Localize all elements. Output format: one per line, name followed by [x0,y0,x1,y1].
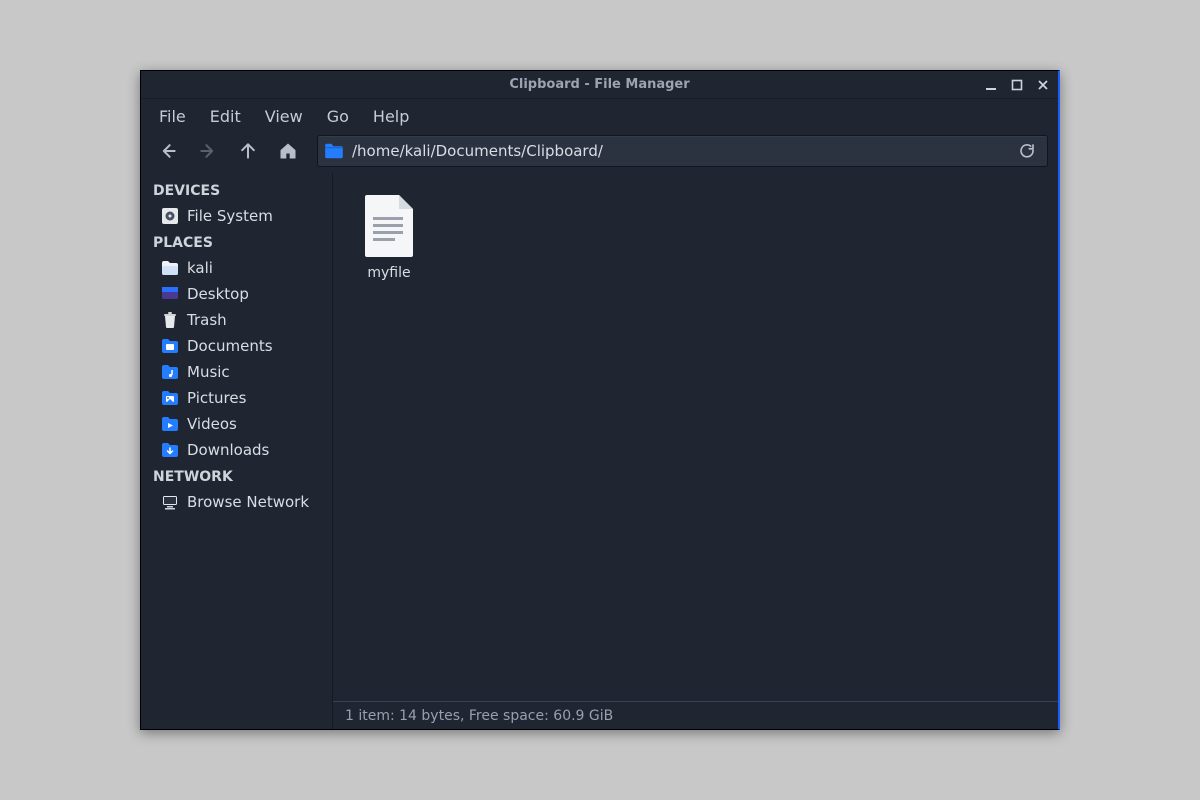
file-label: myfile [367,265,410,281]
close-icon [1037,79,1049,91]
toolbar [141,133,1058,173]
close-button[interactable] [1032,74,1054,96]
menu-go[interactable]: Go [317,103,359,130]
sidebar-header-network: NETWORK [141,463,332,489]
file-item-myfile[interactable]: myfile [349,189,429,285]
arrow-left-icon [158,141,178,161]
sidebar-item-music[interactable]: Music [141,359,332,385]
downloads-folder-icon [161,441,179,459]
window-controls [980,71,1054,98]
music-folder-icon [161,363,179,381]
pathbar[interactable] [317,135,1048,167]
arrow-right-icon [198,141,218,161]
menu-edit[interactable]: Edit [200,103,251,130]
sidebar-item-pictures[interactable]: Pictures [141,385,332,411]
sidebar-item-trash[interactable]: Trash [141,307,332,333]
minimize-button[interactable] [980,74,1002,96]
sidebar-item-label: Videos [187,415,237,433]
sidebar-header-places: PLACES [141,229,332,255]
sidebar-item-browse-network[interactable]: Browse Network [141,489,332,515]
sidebar-item-videos[interactable]: Videos [141,411,332,437]
window-body: DEVICES File System PLACES kali Desktop [141,173,1058,729]
sidebar-item-label: Documents [187,337,273,355]
content-area: myfile 1 item: 14 bytes, Free space: 60.… [333,173,1058,729]
menu-view[interactable]: View [255,103,313,130]
arrow-up-icon [238,141,258,161]
back-button[interactable] [151,134,185,168]
sidebar-item-label: Desktop [187,285,249,303]
sidebar-item-documents[interactable]: Documents [141,333,332,359]
maximize-button[interactable] [1006,74,1028,96]
sidebar-item-label: File System [187,207,273,225]
sidebar-item-label: Pictures [187,389,246,407]
sidebar-item-kali[interactable]: kali [141,255,332,281]
text-file-icon [361,193,417,259]
videos-folder-icon [161,415,179,433]
window-title: Clipboard - File Manager [509,77,689,92]
parent-button[interactable] [231,134,265,168]
titlebar[interactable]: Clipboard - File Manager [141,71,1058,99]
sidebar-item-label: kali [187,259,213,277]
sidebar-item-desktop[interactable]: Desktop [141,281,332,307]
file-manager-window: Clipboard - File Manager File Edit View … [140,70,1060,730]
statusbar: 1 item: 14 bytes, Free space: 60.9 GiB [333,701,1058,729]
refresh-button[interactable] [1013,137,1041,165]
file-grid[interactable]: myfile [333,173,1058,701]
sidebar: DEVICES File System PLACES kali Desktop [141,173,333,729]
sidebar-item-downloads[interactable]: Downloads [141,437,332,463]
home-folder-icon [161,259,179,277]
network-icon [161,493,179,511]
drive-icon [161,207,179,225]
sidebar-item-label: Music [187,363,230,381]
folder-icon [324,143,344,159]
sidebar-item-file-system[interactable]: File System [141,203,332,229]
menubar: File Edit View Go Help [141,99,1058,133]
forward-button[interactable] [191,134,225,168]
status-text: 1 item: 14 bytes, Free space: 60.9 GiB [345,708,613,724]
sidebar-item-label: Browse Network [187,493,309,511]
sidebar-item-label: Trash [187,311,227,329]
pictures-folder-icon [161,389,179,407]
documents-folder-icon [161,337,179,355]
desktop-icon [161,285,179,303]
menu-help[interactable]: Help [363,103,419,130]
sidebar-item-label: Downloads [187,441,269,459]
home-icon [278,141,298,161]
minimize-icon [985,79,997,91]
trash-icon [161,311,179,329]
refresh-icon [1018,142,1036,160]
path-input[interactable] [352,142,1009,160]
home-button[interactable] [271,134,305,168]
maximize-icon [1011,79,1023,91]
sidebar-header-devices: DEVICES [141,177,332,203]
menu-file[interactable]: File [149,103,196,130]
